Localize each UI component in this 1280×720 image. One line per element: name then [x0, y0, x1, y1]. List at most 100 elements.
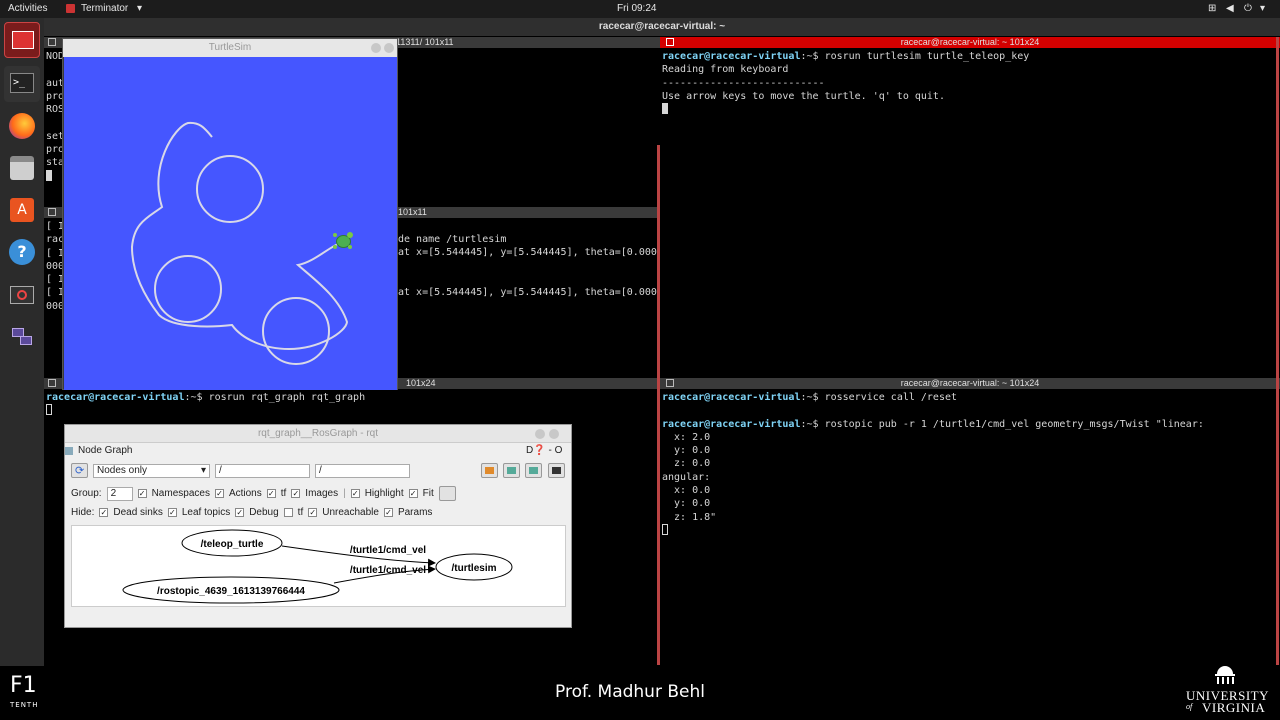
chevron-down-icon: ▾	[200, 464, 206, 476]
terminal-cursor	[46, 404, 52, 416]
pane-grid-icon[interactable]	[666, 379, 674, 387]
turtle-trail	[130, 121, 349, 365]
window-title: rqt_graph__RosGraph - rqt	[65, 425, 571, 443]
topic-filter-input[interactable]: /	[315, 463, 410, 478]
plugin-title: Node Graph	[78, 445, 133, 456]
rqt-graph-window[interactable]: rqt_graph__RosGraph - rqt Node Graph D❓ …	[64, 424, 572, 628]
terminal-line: y: 0.0	[662, 445, 711, 457]
unreachable-label: Unreachable	[322, 507, 379, 518]
terminator-icon[interactable]	[4, 22, 40, 58]
pane-splitter-right[interactable]	[1276, 37, 1279, 665]
app-menu[interactable]: Terminator	[81, 3, 128, 14]
debug-checkbox[interactable]: ✓	[235, 508, 245, 517]
fit-label: Fit	[422, 488, 434, 499]
minimize-button[interactable]	[535, 429, 545, 439]
power-icon[interactable]: ⏻	[1244, 3, 1252, 14]
system-settings-icon[interactable]	[4, 278, 40, 314]
top-bar: Activities Terminator ▾ Fri 09:24 ⊞ ◀ ⏻ …	[0, 0, 1280, 18]
dead-sinks-label: Dead sinks	[113, 507, 163, 518]
fit-view-button[interactable]	[438, 486, 456, 501]
tf-checkbox[interactable]: ✓	[266, 489, 276, 498]
edge-label: /turtle1/cmd_vel	[350, 565, 426, 576]
network-icon[interactable]: ⊞	[1208, 3, 1216, 14]
university-name-bottom: VIRGINIA	[1202, 700, 1266, 715]
highlight-label: Highlight	[364, 488, 404, 499]
pane-title: racecar@racecar-virtual: ~ 101x24	[660, 378, 1280, 389]
hide-label: Hide:	[71, 507, 95, 518]
edge-label: /turtle1/cmd_vel	[350, 545, 426, 556]
hide-tf-checkbox[interactable]	[283, 508, 293, 517]
help-icon: ❓	[533, 445, 546, 456]
save-dot-button[interactable]	[503, 463, 520, 478]
volume-icon[interactable]: ◀	[1226, 3, 1234, 14]
debug-label: Debug	[249, 507, 279, 518]
actions-checkbox[interactable]: ✓	[214, 489, 224, 498]
help-icon[interactable]: ?	[4, 234, 40, 270]
namespaces-checkbox[interactable]: ✓	[137, 489, 147, 498]
save-svg-button[interactable]	[525, 463, 542, 478]
terminal-line: x: 0.0	[662, 485, 711, 497]
activities-button[interactable]: Activities	[8, 3, 47, 14]
ros-graph-canvas[interactable]: /teleop_turtle /rostopic_4639_1613139766…	[71, 525, 566, 607]
turtlesim-canvas	[64, 57, 397, 390]
window-title: TurtleSim	[63, 39, 397, 57]
chevron-down-icon: ▾	[137, 3, 143, 14]
terminal-cursor	[662, 103, 668, 115]
terminal-pane-bottom-right[interactable]: racecar@racecar-virtual: ~ 101x24 raceca…	[660, 378, 1280, 666]
images-checkbox[interactable]: ✓	[291, 489, 301, 498]
fit-checkbox[interactable]: ✓	[408, 489, 418, 498]
software-center-icon[interactable]: A	[4, 192, 40, 228]
refresh-graph-button[interactable]: ⟳	[71, 463, 88, 478]
group-label: Group:	[71, 488, 102, 499]
terminal-icon[interactable]: >_	[4, 66, 40, 102]
actions-label: Actions	[228, 488, 262, 499]
close-button[interactable]	[384, 43, 394, 53]
close-plugin-button: O	[554, 445, 563, 456]
leaf-topics-label: Leaf topics	[181, 507, 231, 518]
graph-type-select[interactable]: Nodes only ▾	[93, 463, 210, 478]
minimize-button[interactable]	[371, 43, 381, 53]
params-label: Params	[397, 507, 433, 518]
chevron-down-icon[interactable]: ▾	[1260, 3, 1265, 14]
terminal-line: z: 0.0	[662, 458, 711, 470]
terminal-line: y: 0.0	[662, 498, 711, 510]
load-dot-button[interactable]	[481, 463, 498, 478]
node-label: /teleop_turtle	[201, 539, 264, 550]
terminal-pane-top-right[interactable]: racecar@racecar-virtual: ~ 101x24 raceca…	[660, 37, 1280, 377]
clock[interactable]: Fri 09:24	[617, 3, 656, 14]
highlight-checkbox[interactable]: ✓	[350, 489, 360, 498]
pane-grid-icon[interactable]	[48, 38, 56, 46]
firefox-icon[interactable]	[4, 108, 40, 144]
pane-title: racecar@racecar-virtual: ~ 101x24	[660, 37, 1280, 48]
window-title: racecar@racecar-virtual: ~	[44, 18, 1280, 36]
presenter-name: Prof. Madhur Behl	[555, 682, 705, 702]
pane-grid-icon[interactable]	[48, 208, 56, 216]
plugin-icon	[65, 446, 73, 455]
node-filter-input[interactable]: /	[215, 463, 310, 478]
turtlesim-window[interactable]: TurtleSim	[62, 38, 398, 390]
namespaces-label: Namespaces	[151, 488, 210, 499]
dead-sinks-checkbox[interactable]: ✓	[99, 508, 109, 517]
close-button[interactable]	[549, 429, 559, 439]
brand-bar: F1 TENTH Prof. Madhur Behl UNIVERSITY of…	[0, 666, 1280, 720]
f1tenth-logo-sub: TENTH	[10, 701, 39, 709]
group-spinbox[interactable]: 2	[106, 486, 133, 501]
pane-grid-icon[interactable]	[48, 379, 56, 387]
tf-label: tf	[280, 488, 287, 499]
save-image-button[interactable]	[548, 463, 565, 478]
turtle-sprite	[332, 232, 354, 250]
terminal-line: z: 1.8"	[662, 511, 717, 523]
leaf-topics-checkbox[interactable]: ✓	[167, 508, 177, 517]
f1tenth-logo: F1	[10, 673, 37, 698]
pane-grid-icon[interactable]	[666, 38, 674, 46]
files-icon[interactable]	[4, 150, 40, 186]
pane-splitter-vertical[interactable]	[657, 145, 660, 665]
terminal-cursor	[46, 169, 52, 181]
terminal-output-log: de name /turtlesim at x=[5.544445], y=[5.…	[398, 234, 657, 299]
network-apps-icon[interactable]	[4, 322, 40, 358]
unreachable-checkbox[interactable]: ✓	[308, 508, 318, 517]
terminal-line: x: 2.0	[662, 431, 711, 443]
plugin-controls[interactable]: D❓ - O	[526, 445, 562, 456]
node-label: /turtlesim	[451, 563, 496, 574]
params-checkbox[interactable]: ✓	[383, 508, 393, 517]
